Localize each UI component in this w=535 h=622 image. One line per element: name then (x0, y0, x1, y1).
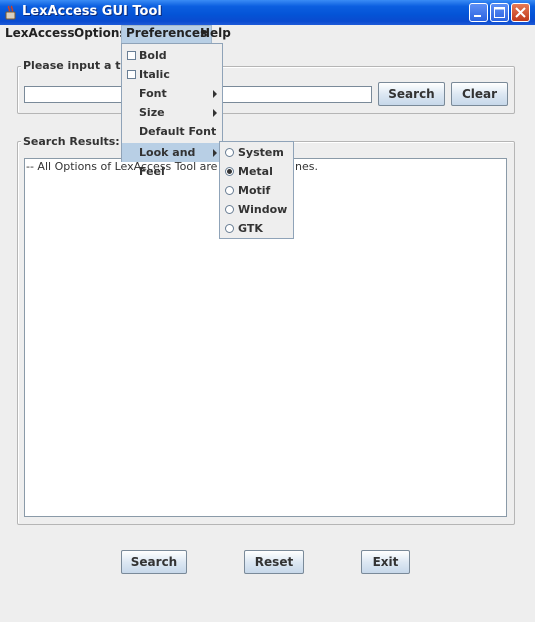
search-button[interactable]: Search (121, 550, 187, 574)
search-term-button[interactable]: Search (378, 82, 445, 106)
java-app-icon (5, 5, 16, 20)
menu-item-size-label: Size (139, 106, 165, 119)
preferences-dropdown: Bold Italic Font Size Default Font Look … (121, 43, 223, 178)
window-title: LexAccess GUI Tool (22, 4, 162, 19)
submenu-arrow-icon (213, 149, 217, 157)
clear-button[interactable]: Clear (451, 82, 508, 106)
gtk-radio[interactable] (225, 224, 234, 233)
menu-item-size[interactable]: Size (122, 103, 222, 122)
minimize-icon (474, 15, 481, 17)
lf-item-motif[interactable]: Motif (220, 181, 293, 200)
title-bar[interactable]: LexAccess GUI Tool (0, 0, 535, 25)
lf-item-motif-label: Motif (238, 184, 271, 197)
italic-checkbox[interactable] (127, 70, 136, 79)
menu-item-font[interactable]: Font (122, 84, 222, 103)
minimize-button[interactable] (469, 3, 488, 22)
motif-radio[interactable] (225, 186, 234, 195)
menu-item-default-font-label: Default Font (139, 125, 217, 138)
menu-item-look-and-feel-label: Look and Feel (139, 146, 196, 178)
lf-item-gtk-label: GTK (238, 222, 263, 235)
reset-button[interactable]: Reset (244, 550, 304, 574)
close-icon (515, 7, 526, 18)
bold-checkbox[interactable] (127, 51, 136, 60)
metal-radio[interactable] (225, 167, 234, 176)
lf-item-metal-label: Metal (238, 165, 273, 178)
menu-item-italic-label: Italic (139, 68, 170, 81)
menu-item-italic[interactable]: Italic (122, 65, 222, 84)
lf-item-system-label: System (238, 146, 284, 159)
menu-lexaccess[interactable]: LexAccess (1, 25, 78, 44)
results-panel-label: Search Results: (21, 135, 122, 148)
menu-item-look-and-feel[interactable]: Look and Feel (122, 143, 222, 178)
menu-lexaccess-label: LexAccess (5, 26, 75, 40)
menu-item-default-font[interactable]: Default Font (122, 122, 222, 141)
maximize-icon (494, 7, 505, 18)
lf-item-window[interactable]: Window (220, 200, 293, 219)
lf-item-gtk[interactable]: GTK (220, 219, 293, 238)
lf-item-system[interactable]: System (220, 143, 293, 162)
lf-item-window-label: Window (238, 203, 288, 216)
submenu-arrow-icon (213, 109, 217, 117)
exit-button[interactable]: Exit (361, 550, 410, 574)
menu-bar: LexAccess Options Preferences Help (0, 25, 535, 44)
menu-item-bold[interactable]: Bold (122, 46, 222, 65)
menu-item-bold-label: Bold (139, 49, 167, 62)
results-text-right: nes. (295, 160, 318, 173)
menu-help[interactable]: Help (196, 25, 235, 44)
menu-item-font-label: Font (139, 87, 167, 100)
maximize-button[interactable] (490, 3, 509, 22)
app-window: LexAccess GUI Tool LexAccess Options Pre… (0, 0, 535, 622)
submenu-arrow-icon (213, 90, 217, 98)
lf-item-metal[interactable]: Metal (220, 162, 293, 181)
menu-options-label: Options (74, 26, 127, 40)
look-and-feel-submenu: System Metal Motif Window GTK (219, 141, 294, 239)
system-radio[interactable] (225, 148, 234, 157)
close-button[interactable] (511, 3, 530, 22)
menu-help-label: Help (200, 26, 231, 40)
window-radio[interactable] (225, 205, 234, 214)
